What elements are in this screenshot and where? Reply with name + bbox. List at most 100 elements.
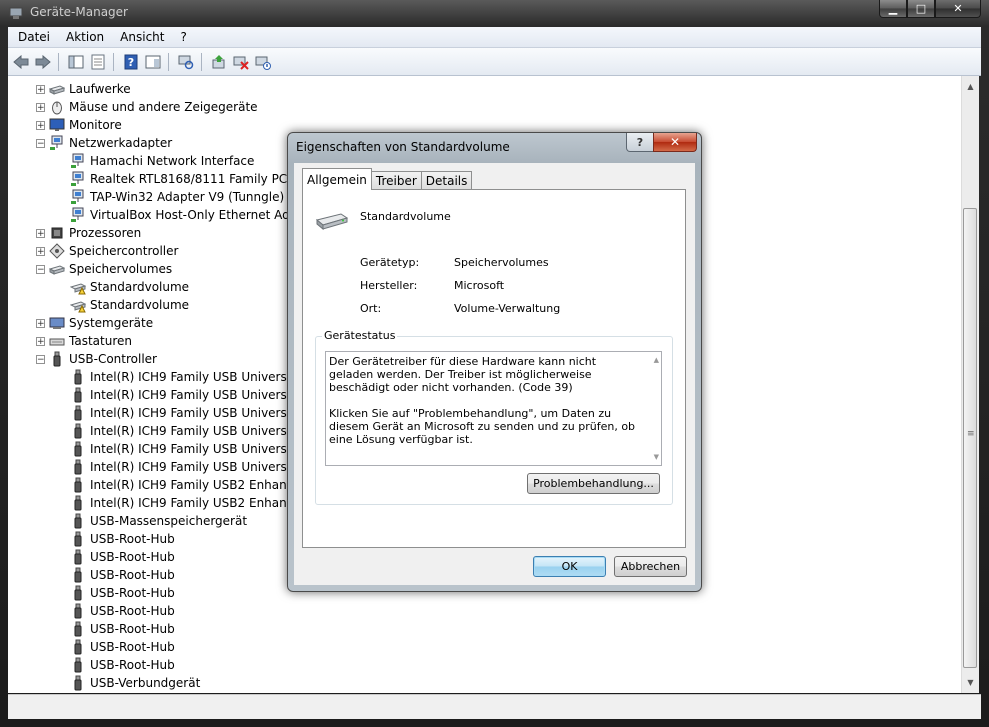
tree-item[interactable]: Intel(R) ICH9 Family USB Universal Ho	[70, 458, 318, 476]
tree-item[interactable]: USB-Root-Hub	[70, 656, 175, 674]
update-driver-button[interactable]	[210, 53, 228, 71]
troubleshoot-button[interactable]: Problembehandlung...	[527, 473, 660, 494]
back-button[interactable]	[12, 53, 30, 71]
collapse-icon[interactable]: −	[36, 264, 45, 274]
view-button[interactable]	[144, 53, 162, 71]
tree-item[interactable]: USB-Root-Hub	[70, 548, 175, 566]
expand-icon[interactable]: +	[36, 246, 45, 256]
scrollbar-thumb[interactable]: ≡	[963, 208, 977, 668]
tree-item[interactable]: + Systemgeräte	[36, 314, 153, 332]
ok-button[interactable]: OK	[533, 556, 606, 577]
tree-item[interactable]: USB-Root-Hub	[70, 638, 175, 656]
tree-item-label: Netzwerkadapter	[69, 136, 173, 150]
tree-item-label: USB-Root-Hub	[90, 658, 175, 672]
tree-item[interactable]: Standardvolume	[70, 278, 189, 296]
tree-item[interactable]: USB-Massenspeichergerät	[70, 512, 247, 530]
device-status-textbox[interactable]: Der Gerätetreiber für diese Hardware kan…	[325, 351, 662, 466]
tree-item[interactable]: USB-Root-Hub	[70, 620, 175, 638]
disable-button[interactable]	[254, 53, 272, 71]
vertical-scrollbar[interactable]: ▲ ≡ ▼	[961, 76, 979, 693]
tab-details[interactable]: Details	[420, 171, 473, 190]
tree-item[interactable]: Realtek RTL8168/8111 Family PCI-E G	[70, 170, 316, 188]
scroll-down-icon[interactable]: ▼	[962, 674, 979, 691]
usb-icon	[74, 675, 82, 691]
scroll-up-icon[interactable]: ▲	[962, 78, 979, 95]
tree-item-label: Intel(R) ICH9 Family USB Universal Ho	[90, 406, 318, 420]
uninstall-button[interactable]	[232, 53, 250, 71]
network-icon	[71, 171, 84, 186]
scroll-down-icon[interactable]: ▼	[654, 453, 659, 461]
tree-item[interactable]: + Tastaturen	[36, 332, 132, 350]
console-tree-button[interactable]	[67, 53, 85, 71]
scroll-up-icon[interactable]: ▲	[654, 356, 659, 364]
tree-item[interactable]: USB-Root-Hub	[70, 602, 175, 620]
drive-icon	[49, 85, 65, 95]
tab-treiber[interactable]: Treiber	[370, 171, 422, 190]
expand-icon[interactable]: +	[36, 102, 45, 112]
tree-item[interactable]: USB-Root-Hub	[70, 566, 175, 584]
tree-item[interactable]: Intel(R) ICH9 Family USB2 Enhanced I	[70, 476, 316, 494]
expand-icon[interactable]: +	[36, 120, 45, 130]
dialog-close-button[interactable]: ✕	[653, 133, 697, 152]
collapse-icon[interactable]: −	[36, 138, 45, 148]
tree-item-label: Intel(R) ICH9 Family USB Universal Ho	[90, 370, 318, 384]
cancel-button[interactable]: Abbrechen	[614, 556, 687, 577]
tree-item[interactable]: Intel(R) ICH9 Family USB Universal Ho	[70, 404, 318, 422]
device-type-label: Gerätetyp:	[360, 256, 420, 269]
expand-icon[interactable]: +	[36, 318, 45, 328]
maximize-button[interactable]: □	[907, 0, 935, 18]
tree-item[interactable]: VirtualBox Host-Only Ethernet Adapte	[70, 206, 317, 224]
properties-button[interactable]	[89, 53, 107, 71]
tree-item[interactable]: − USB-Controller	[36, 350, 157, 368]
usb-icon	[74, 441, 82, 457]
tree-item[interactable]: Hamachi Network Interface	[70, 152, 254, 170]
title-bar[interactable]: Geräte-Manager ▁ □ ✕	[0, 0, 989, 26]
tree-item-label: USB-Root-Hub	[90, 550, 175, 564]
usb-icon	[74, 513, 82, 529]
help-button[interactable]: ?	[122, 53, 140, 71]
tree-item[interactable]: USB-Root-Hub	[70, 584, 175, 602]
tree-item-label: USB-Root-Hub	[90, 568, 175, 582]
tree-item[interactable]: + Monitore	[36, 116, 122, 134]
network-icon	[50, 135, 63, 150]
view-icon	[145, 55, 161, 68]
collapse-icon[interactable]: −	[36, 354, 45, 364]
dialog-help-button[interactable]: ?	[626, 133, 654, 152]
tab-allgemein[interactable]: Allgemein	[302, 168, 372, 190]
close-button[interactable]: ✕	[935, 0, 981, 18]
maximize-icon: □	[915, 2, 927, 15]
menu-aktion[interactable]: Aktion	[60, 30, 110, 44]
tree-item[interactable]: Intel(R) ICH9 Family USB Universal Ho	[70, 386, 318, 404]
expand-icon[interactable]: +	[36, 228, 45, 238]
tree-item[interactable]: + Speichercontroller	[36, 242, 178, 260]
tree-item[interactable]: Intel(R) ICH9 Family USB Universal Ho	[70, 422, 318, 440]
tree-item[interactable]: Standardvolume	[70, 296, 189, 314]
expand-icon[interactable]: +	[36, 84, 45, 94]
tree-item[interactable]: Intel(R) ICH9 Family USB2 Enhanced I	[70, 494, 316, 512]
menu-datei[interactable]: Datei	[12, 30, 56, 44]
menu-ansicht[interactable]: Ansicht	[114, 30, 170, 44]
tree-item[interactable]: Intel(R) ICH9 Family USB Universal Ho	[70, 440, 318, 458]
expand-icon[interactable]: +	[36, 336, 45, 346]
device-type-value: Speichervolumes	[454, 256, 549, 269]
tree-item[interactable]: + Laufwerke	[36, 80, 131, 98]
tree-item[interactable]: + Mäuse und andere Zeigegeräte	[36, 98, 258, 116]
tree-item[interactable]: − Speichervolumes	[36, 260, 172, 278]
tree-item-label: Prozessoren	[69, 226, 142, 240]
network-icon	[71, 207, 84, 222]
tree-item[interactable]: + Prozessoren	[36, 224, 141, 242]
tree-item[interactable]: USB-Verbundgerät	[70, 674, 200, 692]
tree-item[interactable]: TAP-Win32 Adapter V9 (Tunngle)	[70, 188, 284, 206]
minimize-icon: ▁	[888, 2, 898, 15]
usb-icon	[74, 657, 82, 673]
minimize-button[interactable]: ▁	[879, 0, 907, 18]
menu-help[interactable]: ?	[174, 30, 192, 44]
tree-item-label: USB-Massenspeichergerät	[90, 514, 248, 528]
tree-item[interactable]: USB-Root-Hub	[70, 530, 175, 548]
usb-icon	[74, 495, 82, 511]
forward-button[interactable]	[34, 53, 52, 71]
tree-item[interactable]: Intel(R) ICH9 Family USB Universal Ho	[70, 368, 318, 386]
scan-hardware-button[interactable]	[177, 53, 195, 71]
tree-item[interactable]: − Netzwerkadapter	[36, 134, 172, 152]
mouse-icon	[52, 101, 62, 115]
